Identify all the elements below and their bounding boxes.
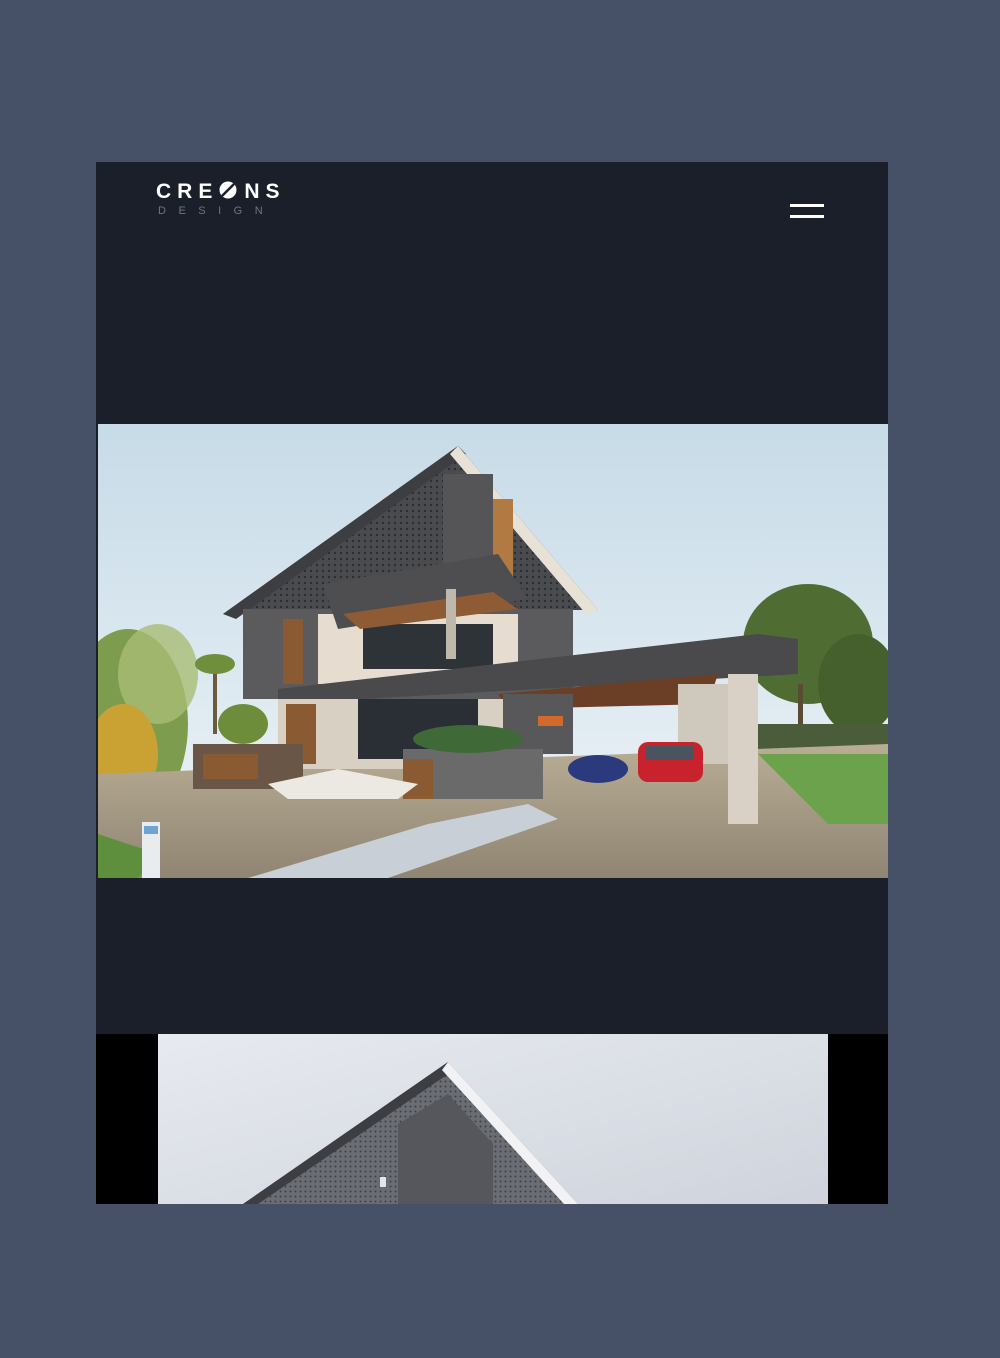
second-house-render [158, 1034, 828, 1204]
hamburger-menu-icon-line [790, 215, 824, 218]
logo-tagline: DESIGN [158, 205, 276, 217]
gallery-second-image-frame [96, 1034, 888, 1204]
site-header: CRE NS DESIGN [96, 162, 888, 424]
logo-o-mark [219, 181, 237, 199]
logo-wordmark: CRE NS [156, 180, 286, 203]
house-render-illustration [98, 424, 888, 878]
brand-logo[interactable]: CRE NS DESIGN [156, 180, 286, 218]
hero-image [98, 424, 888, 878]
section-spacer [96, 878, 888, 1034]
hamburger-menu-icon [790, 204, 824, 207]
mobile-viewport: CRE NS DESIGN [96, 162, 888, 1204]
menu-button[interactable] [784, 198, 824, 228]
